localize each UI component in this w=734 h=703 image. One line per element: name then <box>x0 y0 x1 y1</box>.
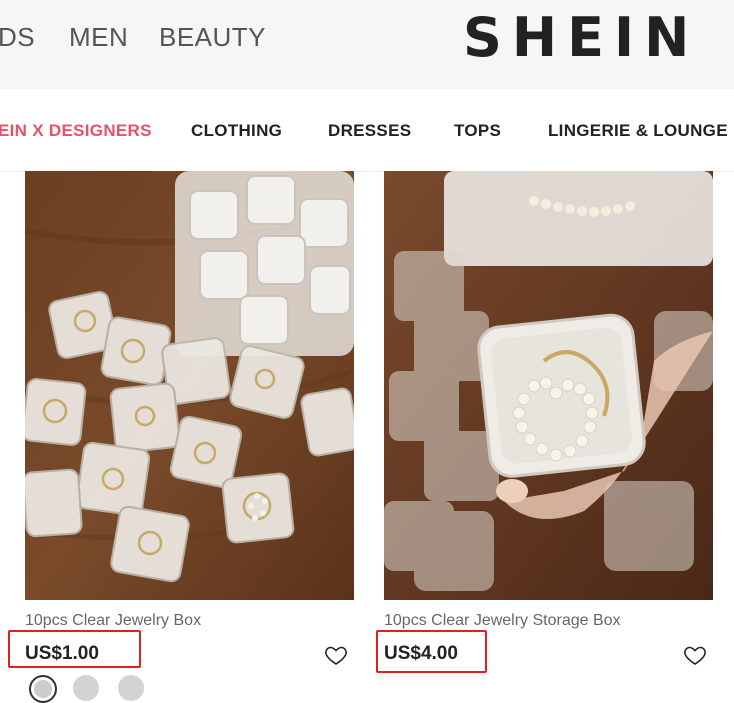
wishlist-heart-icon[interactable] <box>324 643 348 667</box>
product-image[interactable] <box>25 171 354 600</box>
jewelry-box-photo <box>25 171 354 600</box>
category-bar: EIN X DESIGNERS CLOTHING DRESSES TOPS LI… <box>0 89 734 172</box>
price-highlight-box <box>376 630 487 673</box>
color-swatch[interactable] <box>29 675 57 703</box>
nav-item-men[interactable]: MEN <box>69 22 128 53</box>
category-clothing[interactable]: CLOTHING <box>191 121 282 141</box>
color-swatch[interactable] <box>118 675 144 701</box>
color-swatch[interactable] <box>73 675 99 701</box>
category-dresses[interactable]: DRESSES <box>328 121 411 141</box>
price-highlight-box <box>8 630 141 668</box>
product-image[interactable] <box>384 171 713 600</box>
jewelry-storage-box-photo <box>384 171 713 600</box>
shein-logo[interactable]: SHEIN <box>463 6 699 69</box>
category-shein-x-designers[interactable]: EIN X DESIGNERS <box>0 121 152 141</box>
category-lingerie-lounge[interactable]: LINGERIE & LOUNGE <box>548 121 728 141</box>
top-header: DS MEN BEAUTY SHEIN <box>0 0 734 89</box>
product-title[interactable]: 10pcs Clear Jewelry Storage Box <box>384 612 621 630</box>
category-tops[interactable]: TOPS <box>454 121 501 141</box>
product-title[interactable]: 10pcs Clear Jewelry Box <box>25 612 201 630</box>
nav-item-kids[interactable]: DS <box>0 22 35 53</box>
wishlist-heart-icon[interactable] <box>683 643 707 667</box>
nav-item-beauty[interactable]: BEAUTY <box>159 22 266 53</box>
